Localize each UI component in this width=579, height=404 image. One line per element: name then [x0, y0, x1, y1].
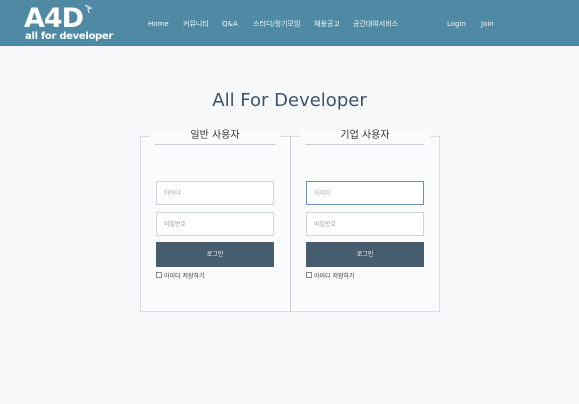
general-password-input[interactable]: [156, 212, 274, 236]
company-user-heading: 기업 사용자: [300, 130, 430, 142]
company-password-input[interactable]: [306, 212, 424, 236]
general-save-id[interactable]: 아이디 저장하기: [156, 272, 205, 282]
nav-item-space-rental[interactable]: 공간대여서비스: [353, 19, 398, 29]
company-id-input[interactable]: [306, 181, 424, 205]
nav-item-study[interactable]: 스터디/정기모임: [253, 19, 300, 29]
nav-item-qna[interactable]: Q&A: [222, 19, 238, 29]
logo-mark: A4D: [24, 3, 84, 34]
nav-item-home[interactable]: Home: [148, 19, 169, 29]
panel-divider: [290, 136, 291, 312]
general-login-button[interactable]: 로그인: [156, 242, 274, 267]
logo-tagline: all for developer: [25, 31, 114, 42]
company-login-button[interactable]: 로그인: [306, 242, 424, 267]
join-link[interactable]: Join: [481, 19, 494, 29]
login-link[interactable]: Login: [447, 19, 466, 29]
logo[interactable]: A4D all for developer: [24, 3, 113, 44]
top-navigation-bar: A4D all for developer Home 커뮤니티 Q&A 스터디/…: [0, 0, 579, 46]
general-save-id-checkbox[interactable]: [156, 272, 162, 278]
company-save-id-checkbox[interactable]: [306, 272, 312, 278]
company-save-id[interactable]: 아이디 저장하기: [306, 272, 355, 282]
general-user-heading: 일반 사용자: [150, 130, 280, 142]
nav-item-community[interactable]: 커뮤니티: [183, 19, 209, 29]
page-title: All For Developer: [212, 90, 367, 111]
general-id-input[interactable]: [156, 181, 274, 205]
sparkle-icon: [84, 4, 93, 14]
company-save-id-label: 아이디 저장하기: [314, 273, 355, 280]
general-heading-underline: [155, 144, 275, 145]
company-heading-underline: [306, 144, 424, 145]
general-save-id-label: 아이디 저장하기: [164, 273, 205, 280]
nav-item-jobs[interactable]: 채용공고: [314, 19, 340, 29]
